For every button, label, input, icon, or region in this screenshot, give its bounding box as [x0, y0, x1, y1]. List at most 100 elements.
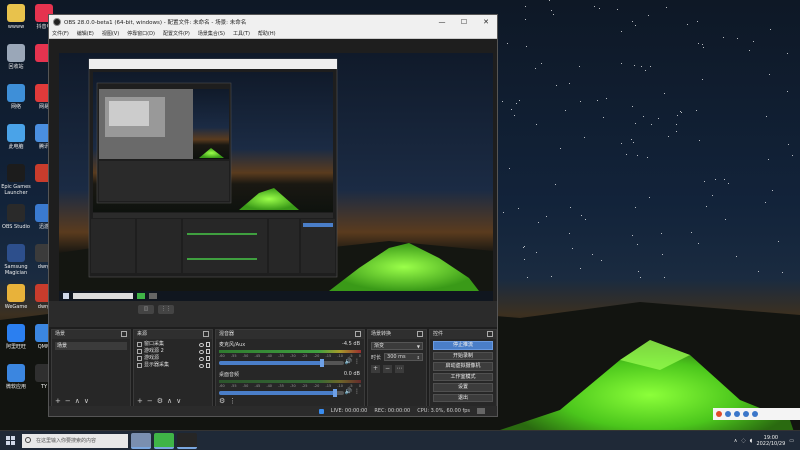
- start-button[interactable]: [0, 431, 20, 450]
- channel-menu-icon[interactable]: ⋮: [354, 358, 360, 365]
- layout-toggle-button[interactable]: ◫: [138, 305, 154, 314]
- minimize-button[interactable]: —: [431, 15, 453, 29]
- source-item[interactable]: 游戏源 2: [134, 348, 212, 355]
- exit-button[interactable]: 退出: [433, 393, 493, 402]
- star: [564, 110, 566, 112]
- start-virtual-camera-button[interactable]: 启动虚拟摄像机: [433, 362, 493, 371]
- star: [770, 29, 772, 31]
- lock-icon[interactable]: [206, 356, 210, 361]
- undock-icon[interactable]: [417, 331, 423, 337]
- remove-scene-button[interactable]: −: [65, 397, 71, 405]
- lock-icon[interactable]: [206, 342, 210, 347]
- visibility-eye-icon[interactable]: [199, 363, 204, 368]
- remove-source-button[interactable]: −: [147, 397, 153, 405]
- menu-help[interactable]: 帮助(H): [258, 30, 276, 37]
- lock-icon[interactable]: [206, 349, 210, 354]
- menu-view[interactable]: 视图(V): [102, 30, 119, 37]
- close-button[interactable]: ✕: [475, 15, 497, 29]
- studio-mode-button[interactable]: 工作室模式: [433, 372, 493, 381]
- source-properties-button[interactable]: ⚙: [157, 397, 163, 405]
- transition-properties-button[interactable]: ⋯: [395, 365, 404, 373]
- volume-slider[interactable]: [219, 389, 344, 397]
- star: [658, 118, 660, 120]
- app-icon: [7, 44, 25, 62]
- taskbar-obs[interactable]: [177, 432, 197, 449]
- obs-window[interactable]: OBS 28.0.0-beta1 (64-bit, windows) - 配置文…: [48, 14, 498, 417]
- stop-streaming-button[interactable]: 停止推流: [433, 341, 493, 350]
- spinner-icon[interactable]: ⇕: [417, 354, 420, 361]
- notification-icon[interactable]: ▭: [789, 438, 794, 444]
- channel-menu-icon[interactable]: ⋮: [354, 388, 360, 395]
- visibility-eye-icon[interactable]: [199, 356, 204, 361]
- speaker-icon[interactable]: 🔊: [345, 358, 352, 365]
- maximize-button[interactable]: ☐: [453, 15, 475, 29]
- advanced-audio-button[interactable]: ⚙: [219, 397, 225, 405]
- taskbar-file-explorer[interactable]: [131, 432, 151, 449]
- star: [786, 90, 788, 92]
- remove-transition-button[interactable]: −: [383, 365, 392, 373]
- star: [690, 232, 692, 234]
- taskbar-clock[interactable]: 19:00 2022/10/29: [756, 435, 785, 447]
- clock-date: 2022/10/29: [756, 441, 786, 447]
- grid-toggle-button[interactable]: ⋮⋮: [158, 305, 174, 314]
- move-scene-up-button[interactable]: ∧: [75, 397, 80, 405]
- menu-docks[interactable]: 停靠窗口(D): [127, 30, 155, 37]
- menu-scene-collection[interactable]: 场景集合(S): [198, 30, 225, 37]
- star: [664, 92, 666, 94]
- undock-icon[interactable]: [355, 331, 361, 337]
- visibility-eye-icon[interactable]: [199, 349, 204, 354]
- ime-settings-icon[interactable]: [752, 411, 758, 417]
- ime-toolbar[interactable]: [713, 408, 800, 420]
- star: [697, 43, 699, 45]
- ime-keyboard-icon[interactable]: [743, 411, 749, 417]
- menu-tools[interactable]: 工具(T): [233, 30, 250, 37]
- scene-item[interactable]: 场景: [55, 342, 127, 350]
- menu-file[interactable]: 文件(F): [52, 30, 69, 37]
- star: [663, 277, 665, 279]
- network-icon[interactable]: ◌: [741, 438, 745, 444]
- undock-icon[interactable]: [203, 331, 209, 337]
- taskbar-wechat[interactable]: [154, 432, 174, 449]
- taskbar-search-box[interactable]: 在这里输入你要搜索的内容: [22, 433, 128, 448]
- move-source-down-button[interactable]: ∨: [176, 397, 181, 405]
- star: [591, 254, 593, 256]
- menu-bar: 文件(F) 编辑(E) 视图(V) 停靠窗口(D) 配置文件(P) 场景集合(S…: [49, 29, 497, 39]
- lock-icon[interactable]: [206, 363, 210, 368]
- star: [526, 277, 528, 279]
- live-time: LIVE: 00:00:00: [330, 408, 368, 414]
- add-scene-button[interactable]: +: [55, 397, 61, 405]
- ime-punctuation-icon[interactable]: [734, 411, 740, 417]
- start-recording-button[interactable]: 开始录制: [433, 351, 493, 360]
- duration-spinbox[interactable]: 300 ms ⇕: [384, 353, 423, 361]
- volume-slider[interactable]: [219, 359, 344, 367]
- menu-profile[interactable]: 配置文件(P): [163, 30, 190, 37]
- move-source-up-button[interactable]: ∧: [167, 397, 172, 405]
- speaker-icon[interactable]: 🔊: [345, 388, 352, 395]
- preview-canvas[interactable]: [59, 53, 493, 302]
- undock-icon[interactable]: [121, 331, 127, 337]
- source-item[interactable]: 显示器采集: [134, 362, 212, 369]
- undock-icon[interactable]: [487, 331, 493, 337]
- add-transition-button[interactable]: +: [371, 365, 380, 373]
- tray-chevron-icon[interactable]: ∧: [734, 438, 738, 444]
- controls-dock-header: 控件: [430, 330, 496, 339]
- visibility-eye-icon[interactable]: [199, 342, 204, 347]
- move-scene-down-button[interactable]: ∨: [84, 397, 89, 405]
- add-source-button[interactable]: +: [137, 397, 143, 405]
- app-icon: [7, 204, 25, 222]
- ime-mode-icon[interactable]: [725, 411, 731, 417]
- source-item[interactable]: 游戏源: [134, 355, 212, 362]
- transition-type-select[interactable]: 渐变 ▼: [371, 342, 423, 350]
- volume-icon[interactable]: ◖: [750, 438, 753, 444]
- star: [633, 65, 635, 67]
- mixer-menu-button[interactable]: ⋮: [229, 397, 236, 405]
- star: [679, 110, 681, 112]
- sogou-ime-icon[interactable]: [716, 411, 722, 417]
- star: [650, 124, 652, 126]
- slider-handle[interactable]: [319, 359, 324, 367]
- settings-button[interactable]: 设置: [433, 383, 493, 392]
- star: [621, 30, 623, 32]
- menu-edit[interactable]: 编辑(E): [77, 30, 94, 37]
- obs-titlebar[interactable]: OBS 28.0.0-beta1 (64-bit, windows) - 配置文…: [49, 15, 497, 29]
- source-item[interactable]: 窗口采集: [134, 341, 212, 348]
